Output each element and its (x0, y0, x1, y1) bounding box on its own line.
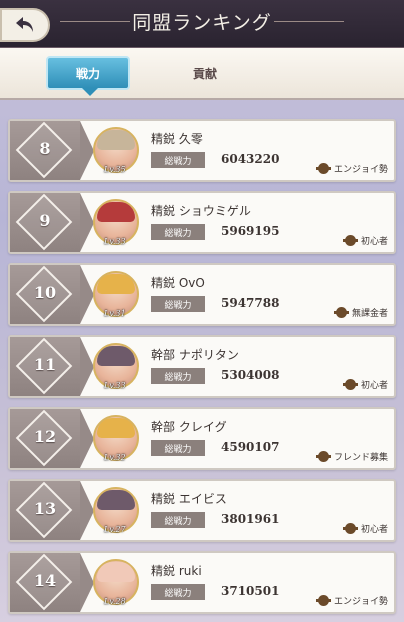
ranking-row[interactable]: 8 Lv.35 精鋭 久零 総戦力 6043220 エンジョイ勢 (8, 119, 396, 182)
level-badge: Lv.35 (104, 165, 126, 174)
level-badge: Lv.27 (104, 525, 126, 534)
ranking-row[interactable]: 14 Lv.28 精鋭 ruki 総戦力 3710501 エンジョイ勢 (8, 551, 396, 614)
sun-icon (342, 522, 358, 535)
ranking-row[interactable]: 11 Lv.33 幹部 ナポリタン 総戦力 5304008 初心者 (8, 335, 396, 398)
status-tag-text: フレンド募集 (333, 453, 388, 463)
ranking-row[interactable]: 10 Lv.31 精鋭 OvO 総戦力 5947788 無課金者 (8, 263, 396, 326)
member-role: 精鋭 (151, 132, 176, 146)
tab-contribution[interactable]: 貢献 (170, 56, 240, 90)
status-tag: 初心者 (342, 234, 388, 247)
status-tag-text: 初心者 (360, 237, 388, 247)
total-power-label: 総戦力 (151, 224, 205, 240)
total-power-value: 5304008 (221, 368, 280, 382)
level-badge: Lv.32 (104, 453, 126, 462)
status-tag-text: 無課金者 (351, 309, 388, 319)
status-tag: 無課金者 (333, 306, 388, 319)
rank-panel: 12 (10, 409, 94, 468)
member-role: 精鋭 (151, 204, 176, 218)
member-name: 幹部 ナポリタン (151, 346, 239, 363)
member-handle: ナポリタン (178, 348, 239, 362)
member-name: 精鋭 エイビス (151, 490, 227, 507)
total-power-value: 5969195 (221, 224, 280, 238)
member-name: 精鋭 久零 (151, 130, 203, 147)
status-tag: 初心者 (342, 522, 388, 535)
member-handle: 久零 (178, 132, 203, 146)
rank-panel: 10 (10, 265, 94, 324)
tab-bar: 戦力 貢献 (0, 48, 404, 100)
status-tag: 初心者 (342, 378, 388, 391)
rank-panel: 8 (10, 121, 94, 180)
total-power-value: 3801961 (221, 512, 280, 526)
header-bar: 同盟ランキング (0, 0, 404, 48)
rank-number: 14 (33, 571, 57, 590)
total-power-label: 総戦力 (151, 296, 205, 312)
status-tag-text: 初心者 (360, 525, 388, 535)
sun-icon (315, 162, 331, 175)
member-name: 幹部 クレイグ (151, 418, 227, 435)
member-name: 精鋭 OvO (151, 274, 205, 291)
rank-number: 13 (33, 499, 57, 518)
status-tag-text: エンジョイ勢 (333, 597, 388, 607)
ranking-row[interactable]: 12 Lv.32 幹部 クレイグ 総戦力 4590107 フレンド募集 (8, 407, 396, 470)
total-power-label: 総戦力 (151, 512, 205, 528)
rank-number: 8 (39, 139, 51, 158)
level-badge: Lv.33 (104, 237, 126, 246)
total-power-label: 総戦力 (151, 440, 205, 456)
rank-number: 12 (33, 427, 57, 446)
member-role: 精鋭 (151, 276, 176, 290)
member-handle: クレイグ (178, 420, 227, 434)
status-tag: エンジョイ勢 (315, 594, 388, 607)
member-role: 精鋭 (151, 564, 176, 578)
ranking-row[interactable]: 9 Lv.33 精鋭 ショウミゲル 総戦力 5969195 初心者 (8, 191, 396, 254)
member-handle: OvO (178, 276, 205, 290)
sun-icon (333, 306, 349, 319)
member-role: 幹部 (151, 420, 176, 434)
rank-panel: 14 (10, 553, 94, 612)
rank-panel: 9 (10, 193, 94, 252)
total-power-label: 総戦力 (151, 152, 205, 168)
ranking-row[interactable]: 13 Lv.27 精鋭 エイビス 総戦力 3801961 初心者 (8, 479, 396, 542)
tab-power[interactable]: 戦力 (46, 56, 130, 96)
status-tag: エンジョイ勢 (315, 162, 388, 175)
level-badge: Lv.31 (104, 309, 126, 318)
total-power-value: 5947788 (221, 296, 280, 310)
rank-number: 11 (33, 355, 57, 374)
rank-number: 10 (33, 283, 57, 302)
member-name: 精鋭 ショウミゲル (151, 202, 251, 219)
total-power-value: 4590107 (221, 440, 280, 454)
member-handle: ruki (178, 564, 202, 578)
sun-icon (342, 378, 358, 391)
status-tag-text: エンジョイ勢 (333, 165, 388, 175)
total-power-label: 総戦力 (151, 368, 205, 384)
sun-icon (315, 594, 331, 607)
total-power-value: 6043220 (221, 152, 280, 166)
rank-panel: 13 (10, 481, 94, 540)
member-handle: エイビス (178, 492, 227, 506)
rank-number: 9 (39, 211, 51, 230)
level-badge: Lv.33 (104, 381, 126, 390)
member-role: 精鋭 (151, 492, 176, 506)
level-badge: Lv.28 (104, 597, 126, 606)
member-handle: ショウミゲル (178, 204, 251, 218)
status-tag-text: 初心者 (360, 381, 388, 391)
total-power-label: 総戦力 (151, 584, 205, 600)
member-role: 幹部 (151, 348, 176, 362)
sun-icon (342, 234, 358, 247)
rank-panel: 11 (10, 337, 94, 396)
total-power-value: 3710501 (221, 584, 280, 598)
status-tag: フレンド募集 (315, 450, 388, 463)
sun-icon (315, 450, 331, 463)
member-name: 精鋭 ruki (151, 562, 202, 579)
ranking-list[interactable]: 8 Lv.35 精鋭 久零 総戦力 6043220 エンジョイ勢 9 Lv.33… (0, 100, 404, 622)
title-ornament-right (274, 21, 344, 22)
